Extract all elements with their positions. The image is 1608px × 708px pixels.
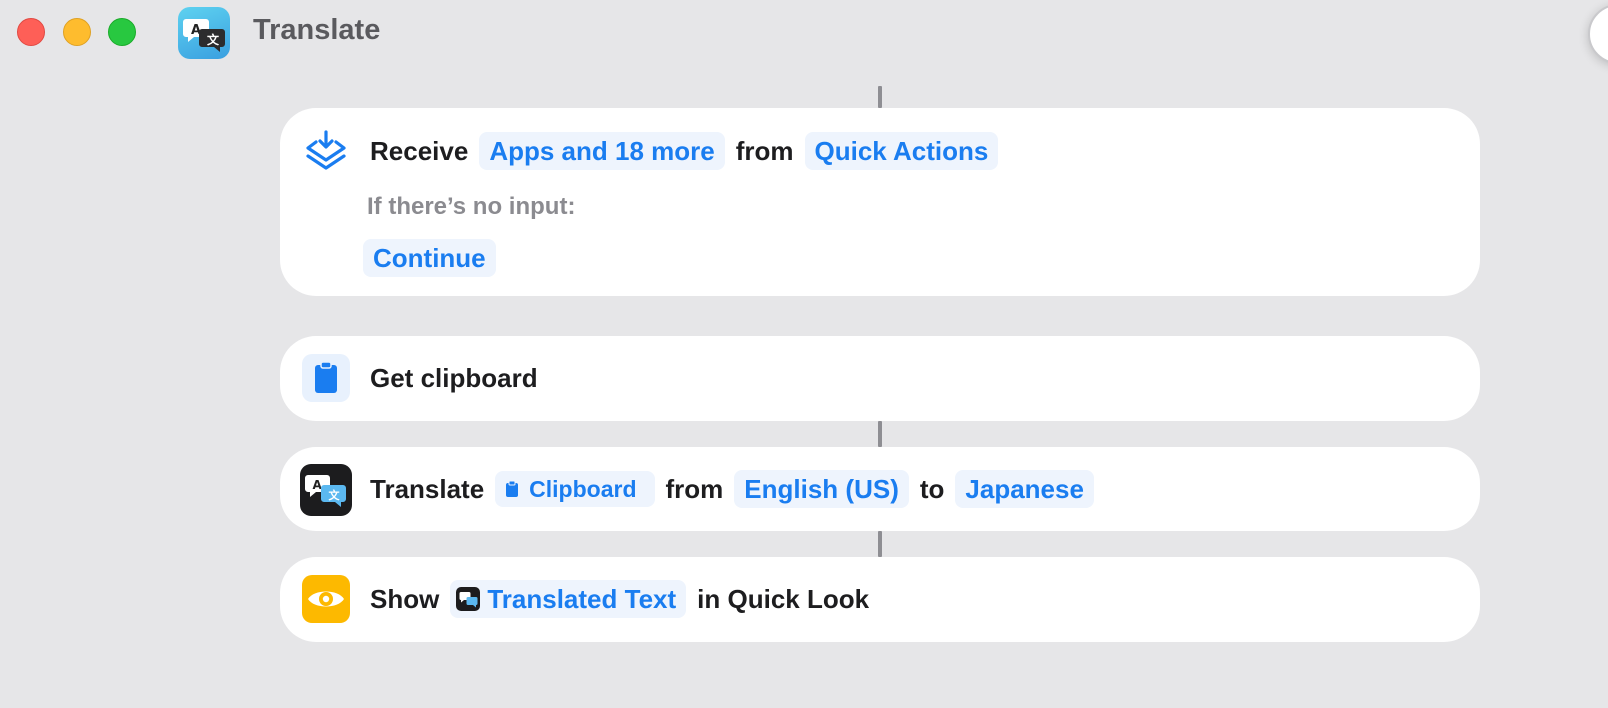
minimize-window-button[interactable] — [63, 18, 91, 46]
source-token[interactable]: Quick Actions — [804, 132, 999, 170]
translate-icon: A 文 — [300, 464, 352, 516]
clipboard-variable-token[interactable]: Clipboard — [495, 471, 655, 507]
show-sentence: Show Translated Text in Quick Look — [370, 579, 869, 619]
get-clipboard-action-card[interactable]: Get clipboard — [280, 336, 1480, 421]
connector-top — [878, 86, 882, 108]
receive-from-word: from — [735, 135, 794, 166]
translated-text-variable-token[interactable]: Translated Text — [450, 580, 687, 618]
translate-action-card[interactable]: A 文 Translate Clipboard from English (US… — [280, 447, 1480, 531]
title-bar: A 文 Translate — [0, 0, 1608, 70]
receive-sentence: Receive Apps and 18 more from Quick Acti… — [370, 131, 999, 171]
from-language-token[interactable]: English (US) — [734, 470, 909, 508]
receive-verb: Receive — [370, 135, 469, 166]
clipboard-icon — [302, 354, 350, 402]
clipboard-icon — [506, 480, 519, 497]
eye-icon — [302, 575, 350, 623]
show-action-card[interactable]: Show Translated Text in Quick Look — [280, 557, 1480, 642]
translate-app-icon: A 文 — [178, 7, 230, 59]
connector-translate-show — [878, 531, 882, 557]
translate-sentence: Translate Clipboard from English (US) to… — [370, 469, 1094, 509]
receive-tray-icon — [302, 126, 350, 174]
show-verb: Show — [370, 583, 440, 614]
no-input-behavior-token[interactable]: Continue — [363, 239, 496, 277]
svg-text:文: 文 — [207, 32, 220, 47]
close-window-button[interactable] — [17, 18, 45, 46]
show-suffix: in Quick Look — [697, 583, 870, 614]
clipboard-variable-label: Clipboard — [529, 475, 637, 502]
to-language-token[interactable]: Japanese — [955, 470, 1094, 508]
input-types-token[interactable]: Apps and 18 more — [479, 132, 725, 170]
window-title: Translate — [253, 14, 381, 46]
translate-from-word: from — [665, 473, 724, 504]
connector-clipboard-translate — [878, 421, 882, 447]
translate-verb: Translate — [370, 473, 485, 504]
translated-text-label: Translated Text — [487, 583, 677, 614]
receive-action-card[interactable]: Receive Apps and 18 more from Quick Acti… — [280, 108, 1480, 296]
svg-text:文: 文 — [329, 488, 341, 502]
translate-icon — [456, 587, 481, 611]
get-clipboard-label: Get clipboard — [370, 362, 538, 393]
partial-round-button[interactable] — [1588, 4, 1608, 64]
no-input-label: If there’s no input: — [367, 193, 576, 220]
translate-to-word: to — [919, 473, 945, 504]
maximize-window-button[interactable] — [108, 18, 136, 46]
